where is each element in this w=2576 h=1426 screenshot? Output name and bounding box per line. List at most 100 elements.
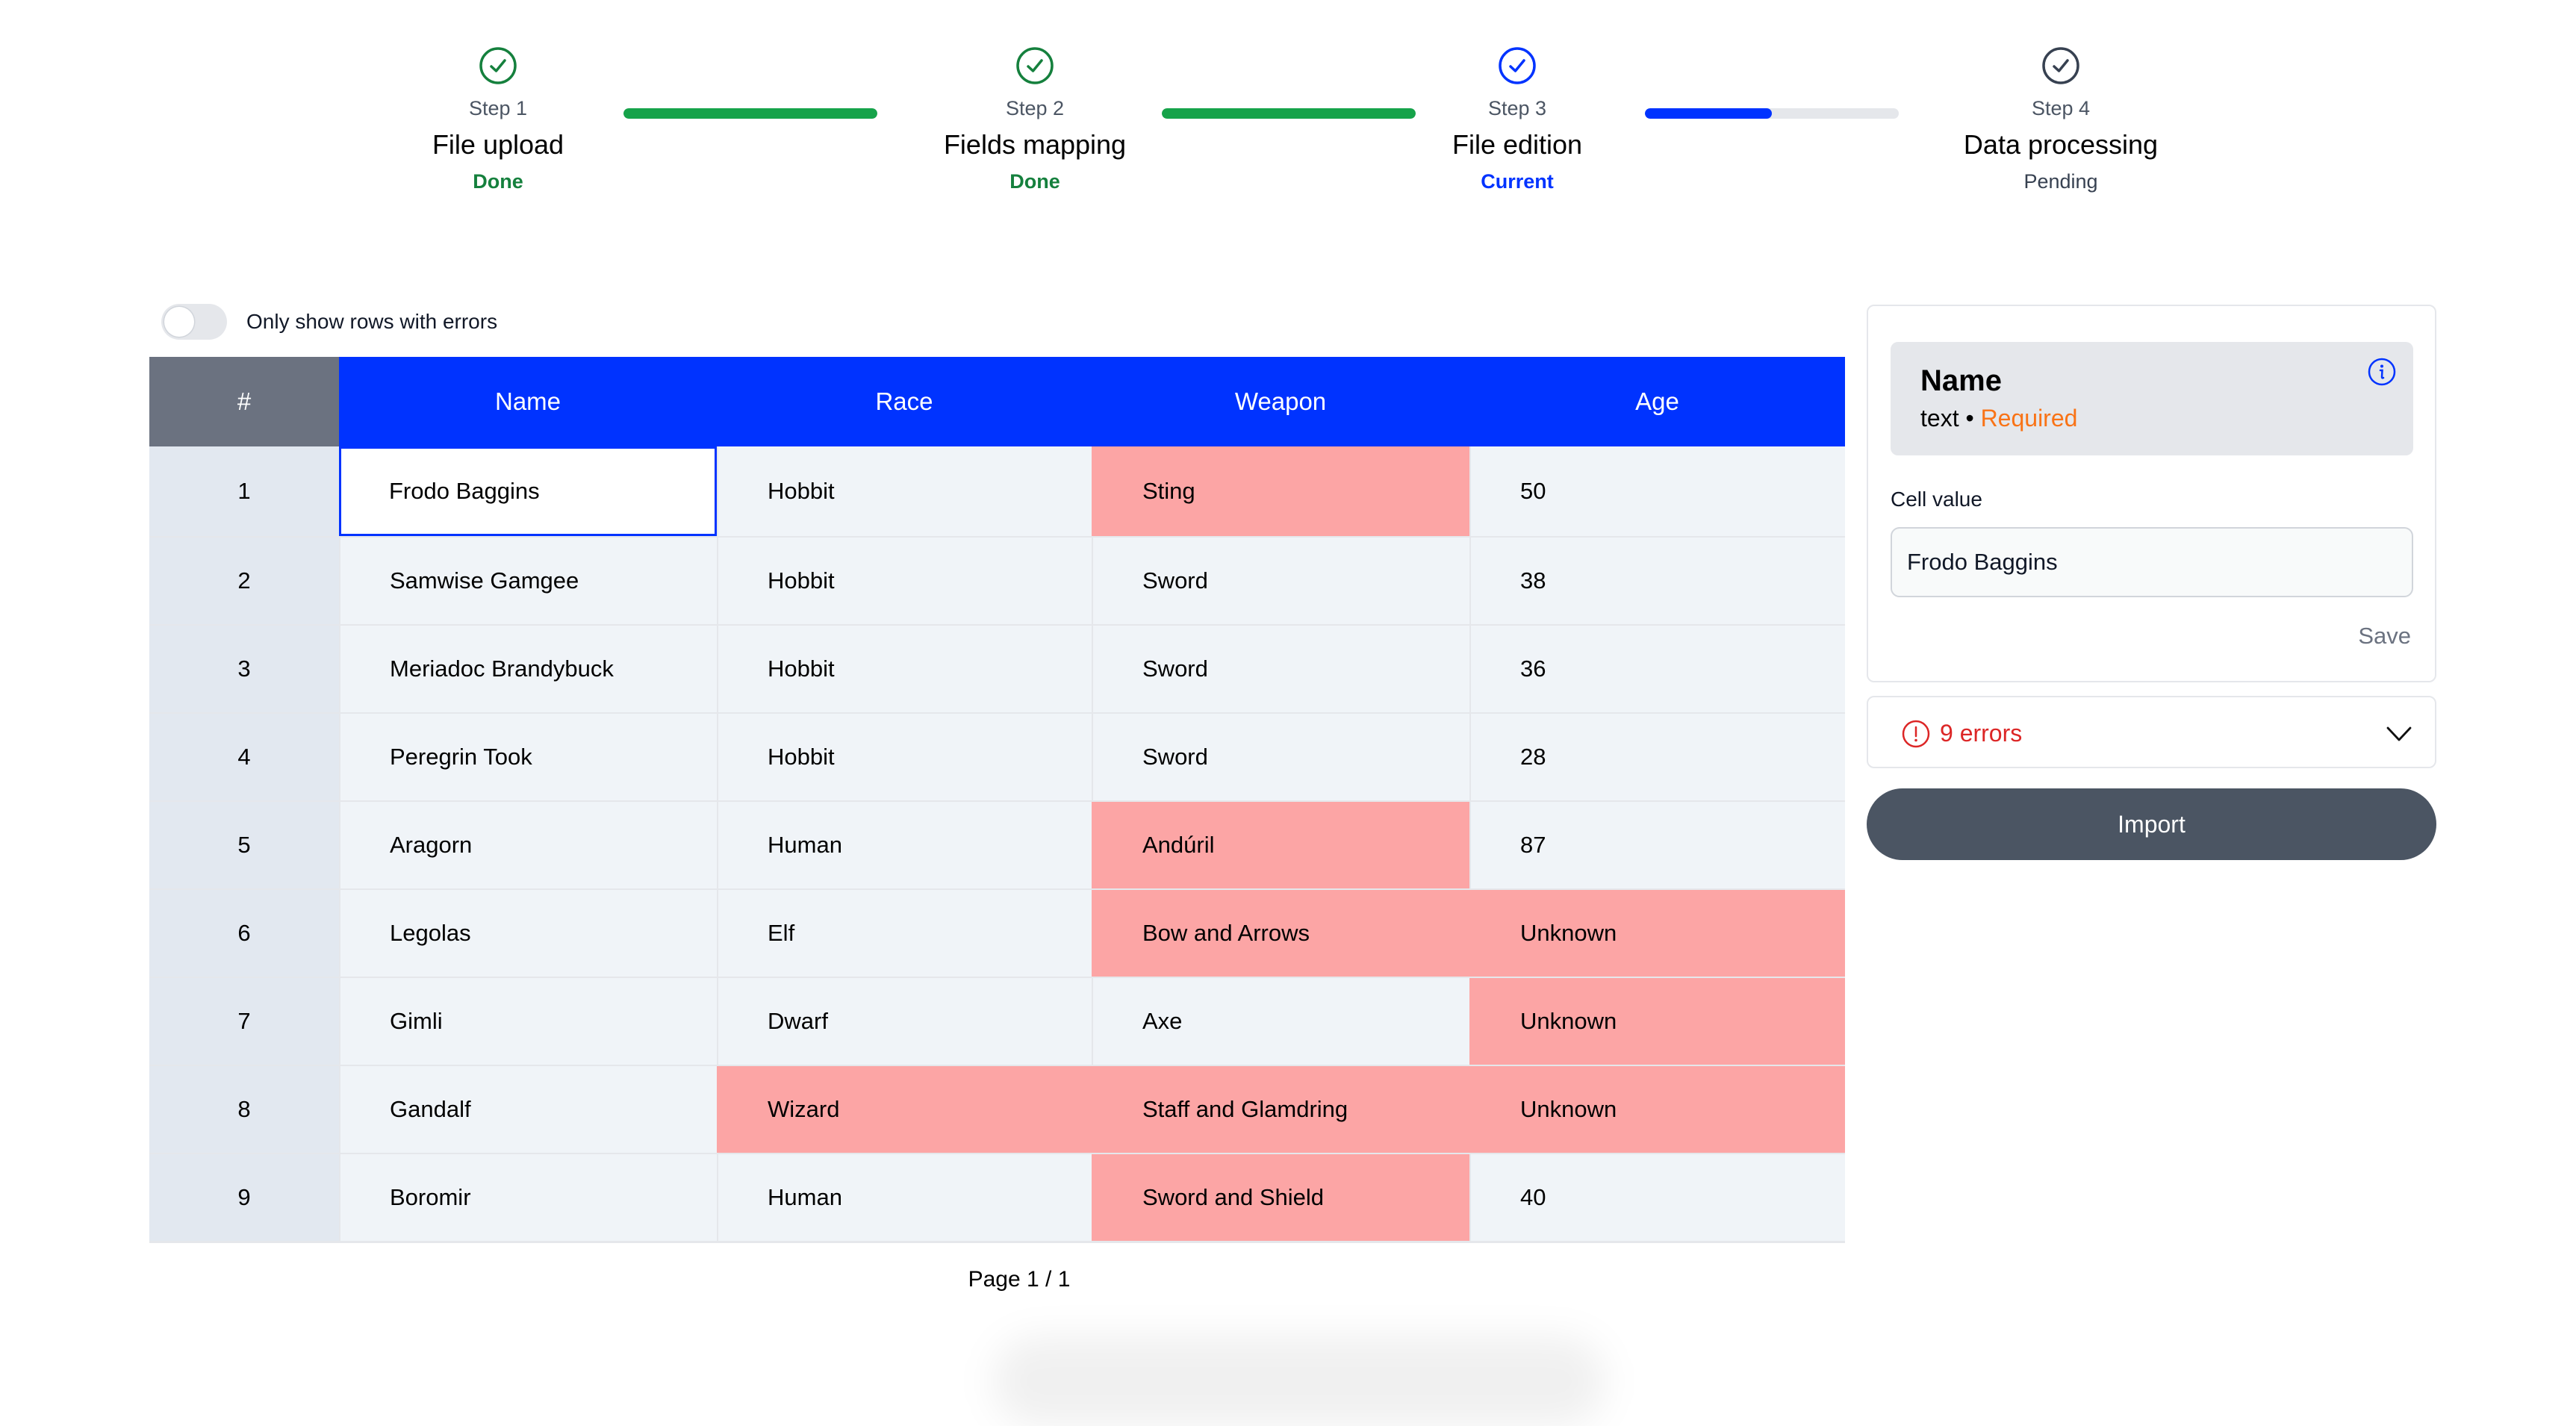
check-circle-icon	[1016, 47, 1054, 84]
save-button[interactable]: Save	[2358, 623, 2411, 650]
row-index: 1	[149, 446, 339, 536]
cell-age[interactable]: 87	[1469, 802, 1845, 888]
cell-race[interactable]: Hobbit	[717, 538, 1092, 624]
toggle-knob	[164, 307, 194, 337]
step-title: Fields mapping	[943, 129, 1127, 160]
table-row: 9 Boromir Human Sword and Shield 40	[149, 1153, 1845, 1241]
cell-weapon[interactable]: Sword	[1092, 538, 1469, 624]
row-index: 8	[149, 1066, 339, 1153]
step-status: Current	[1481, 170, 1554, 193]
cell-weapon[interactable]: Staff and Glamdring	[1092, 1066, 1469, 1153]
row-index: 3	[149, 626, 339, 712]
cell-weapon[interactable]: Sword	[1092, 714, 1469, 800]
row-index: 6	[149, 890, 339, 977]
column-header-age[interactable]: Age	[1469, 357, 1845, 446]
cell-age[interactable]: 40	[1469, 1154, 1845, 1241]
cell-race[interactable]: Dwarf	[717, 978, 1092, 1065]
table-header: # Name Race Weapon Age	[149, 357, 1845, 446]
cell-name[interactable]: Aragorn	[339, 802, 717, 888]
step-fields-mapping: Step 2 Fields mapping Done	[848, 46, 1222, 194]
data-table: # Name Race Weapon Age 1 Frodo Baggins Hob…	[149, 357, 1845, 1243]
separator: •	[1965, 405, 1974, 432]
step-file-edition: Step 3 File edition Current	[1331, 46, 1704, 194]
popup-shadow	[993, 1336, 1605, 1426]
cell-weapon[interactable]: Sword and Shield	[1092, 1154, 1469, 1241]
cell-weapon[interactable]: Sting	[1092, 446, 1469, 536]
errors-count: 9 errors	[1940, 720, 2023, 747]
cell-race[interactable]: Wizard	[717, 1066, 1092, 1153]
cell-weapon[interactable]: Axe	[1092, 978, 1469, 1065]
table-row: 5 Aragorn Human Andúril 87	[149, 800, 1845, 888]
step-connector-fill	[1645, 108, 1772, 119]
check-circle-icon	[1499, 47, 1536, 84]
column-header-weapon[interactable]: Weapon	[1092, 357, 1469, 446]
table-row: 7 Gimli Dwarf Axe Unknown	[149, 977, 1845, 1065]
step-status: Done	[473, 170, 523, 193]
table-row: 6 Legolas Elf Bow and Arrows Unknown	[149, 888, 1845, 977]
cell-age[interactable]: Unknown	[1469, 890, 1845, 977]
errors-only-toggle-label: Only show rows with errors	[246, 310, 498, 333]
cell-race[interactable]: Elf	[717, 890, 1092, 977]
step-title: File upload	[432, 129, 564, 160]
check-circle-icon	[479, 47, 517, 84]
column-header-name[interactable]: Name	[339, 357, 717, 446]
step-status: Pending	[2023, 170, 2098, 193]
cell-name[interactable]: Meriadoc Brandybuck	[339, 626, 717, 712]
cell-name[interactable]: Gandalf	[339, 1066, 717, 1153]
cell-age[interactable]: 28	[1469, 714, 1845, 800]
table-row: 2 Samwise Gamgee Hobbit Sword 38	[149, 536, 1845, 624]
cell-age[interactable]: 50	[1469, 446, 1845, 536]
cell-value-label: Cell value	[1891, 488, 1982, 511]
cell-age[interactable]: Unknown	[1469, 1066, 1845, 1153]
cell-weapon[interactable]: Bow and Arrows	[1092, 890, 1469, 977]
table-row: 8 Gandalf Wizard Staff and Glamdring Unknown	[149, 1065, 1845, 1153]
field-type: text	[1920, 405, 1959, 432]
row-index: 9	[149, 1154, 339, 1241]
cell-race[interactable]: Hobbit	[717, 714, 1092, 800]
column-header-race[interactable]: Race	[717, 357, 1092, 446]
field-info: Name text • Required	[1891, 342, 2413, 455]
cell-age[interactable]: 38	[1469, 538, 1845, 624]
cell-race[interactable]: Human	[717, 1154, 1092, 1241]
cell-race[interactable]: Hobbit	[717, 626, 1092, 712]
cell-race[interactable]: Human	[717, 802, 1092, 888]
column-header-index: #	[149, 357, 339, 446]
table-row: 1 Frodo Baggins Hobbit Sting 50	[149, 446, 1845, 536]
cell-name[interactable]: Legolas	[339, 890, 717, 977]
table-row: 4 Peregrin Took Hobbit Sword 28	[149, 712, 1845, 800]
table-body: 1 Frodo Baggins Hobbit Sting 50 2 Samwise Gamg…	[149, 446, 1845, 1243]
step-title: File edition	[1452, 129, 1583, 160]
cell-name[interactable]: Samwise Gamgee	[339, 538, 717, 624]
cell-weapon[interactable]: Andúril	[1092, 802, 1469, 888]
step-title: Data processing	[1963, 129, 2159, 160]
cell-name[interactable]: Frodo Baggins	[339, 446, 717, 536]
step-connector-1	[623, 108, 877, 119]
check-circle-icon	[2042, 47, 2079, 84]
cell-name[interactable]: Peregrin Took	[339, 714, 717, 800]
cell-age[interactable]: 36	[1469, 626, 1845, 712]
cell-name[interactable]: Gimli	[339, 978, 717, 1065]
cell-weapon[interactable]: Sword	[1092, 626, 1469, 712]
step-data-processing: Step 4 Data processing Pending	[1874, 46, 2247, 194]
table-row: 3 Meriadoc Brandybuck Hobbit Sword 36	[149, 624, 1845, 712]
field-meta: text • Required	[1920, 405, 2077, 432]
errors-only-toggle[interactable]	[161, 304, 227, 340]
pagination-label: Page 1 / 1	[968, 1267, 1071, 1292]
cell-editor-panel: Name text • Required Cell value Save	[1867, 305, 2436, 682]
errors-dropdown[interactable]: 9 errors	[1867, 696, 2436, 768]
info-icon[interactable]	[2367, 357, 2397, 387]
row-index: 2	[149, 538, 339, 624]
step-connector-3	[1645, 108, 1899, 119]
import-button[interactable]: Import	[1867, 788, 2436, 860]
cell-age[interactable]: Unknown	[1469, 978, 1845, 1065]
field-name: Name	[1920, 364, 2002, 397]
step-status: Done	[1009, 170, 1060, 193]
cell-value-input[interactable]	[1891, 527, 2413, 597]
alert-circle-icon	[1902, 720, 1930, 748]
cell-race[interactable]: Hobbit	[717, 446, 1092, 536]
row-index: 5	[149, 802, 339, 888]
step-file-upload: Step 1 File upload Done	[311, 46, 685, 194]
row-index: 4	[149, 714, 339, 800]
row-index: 7	[149, 978, 339, 1065]
cell-name[interactable]: Boromir	[339, 1154, 717, 1241]
